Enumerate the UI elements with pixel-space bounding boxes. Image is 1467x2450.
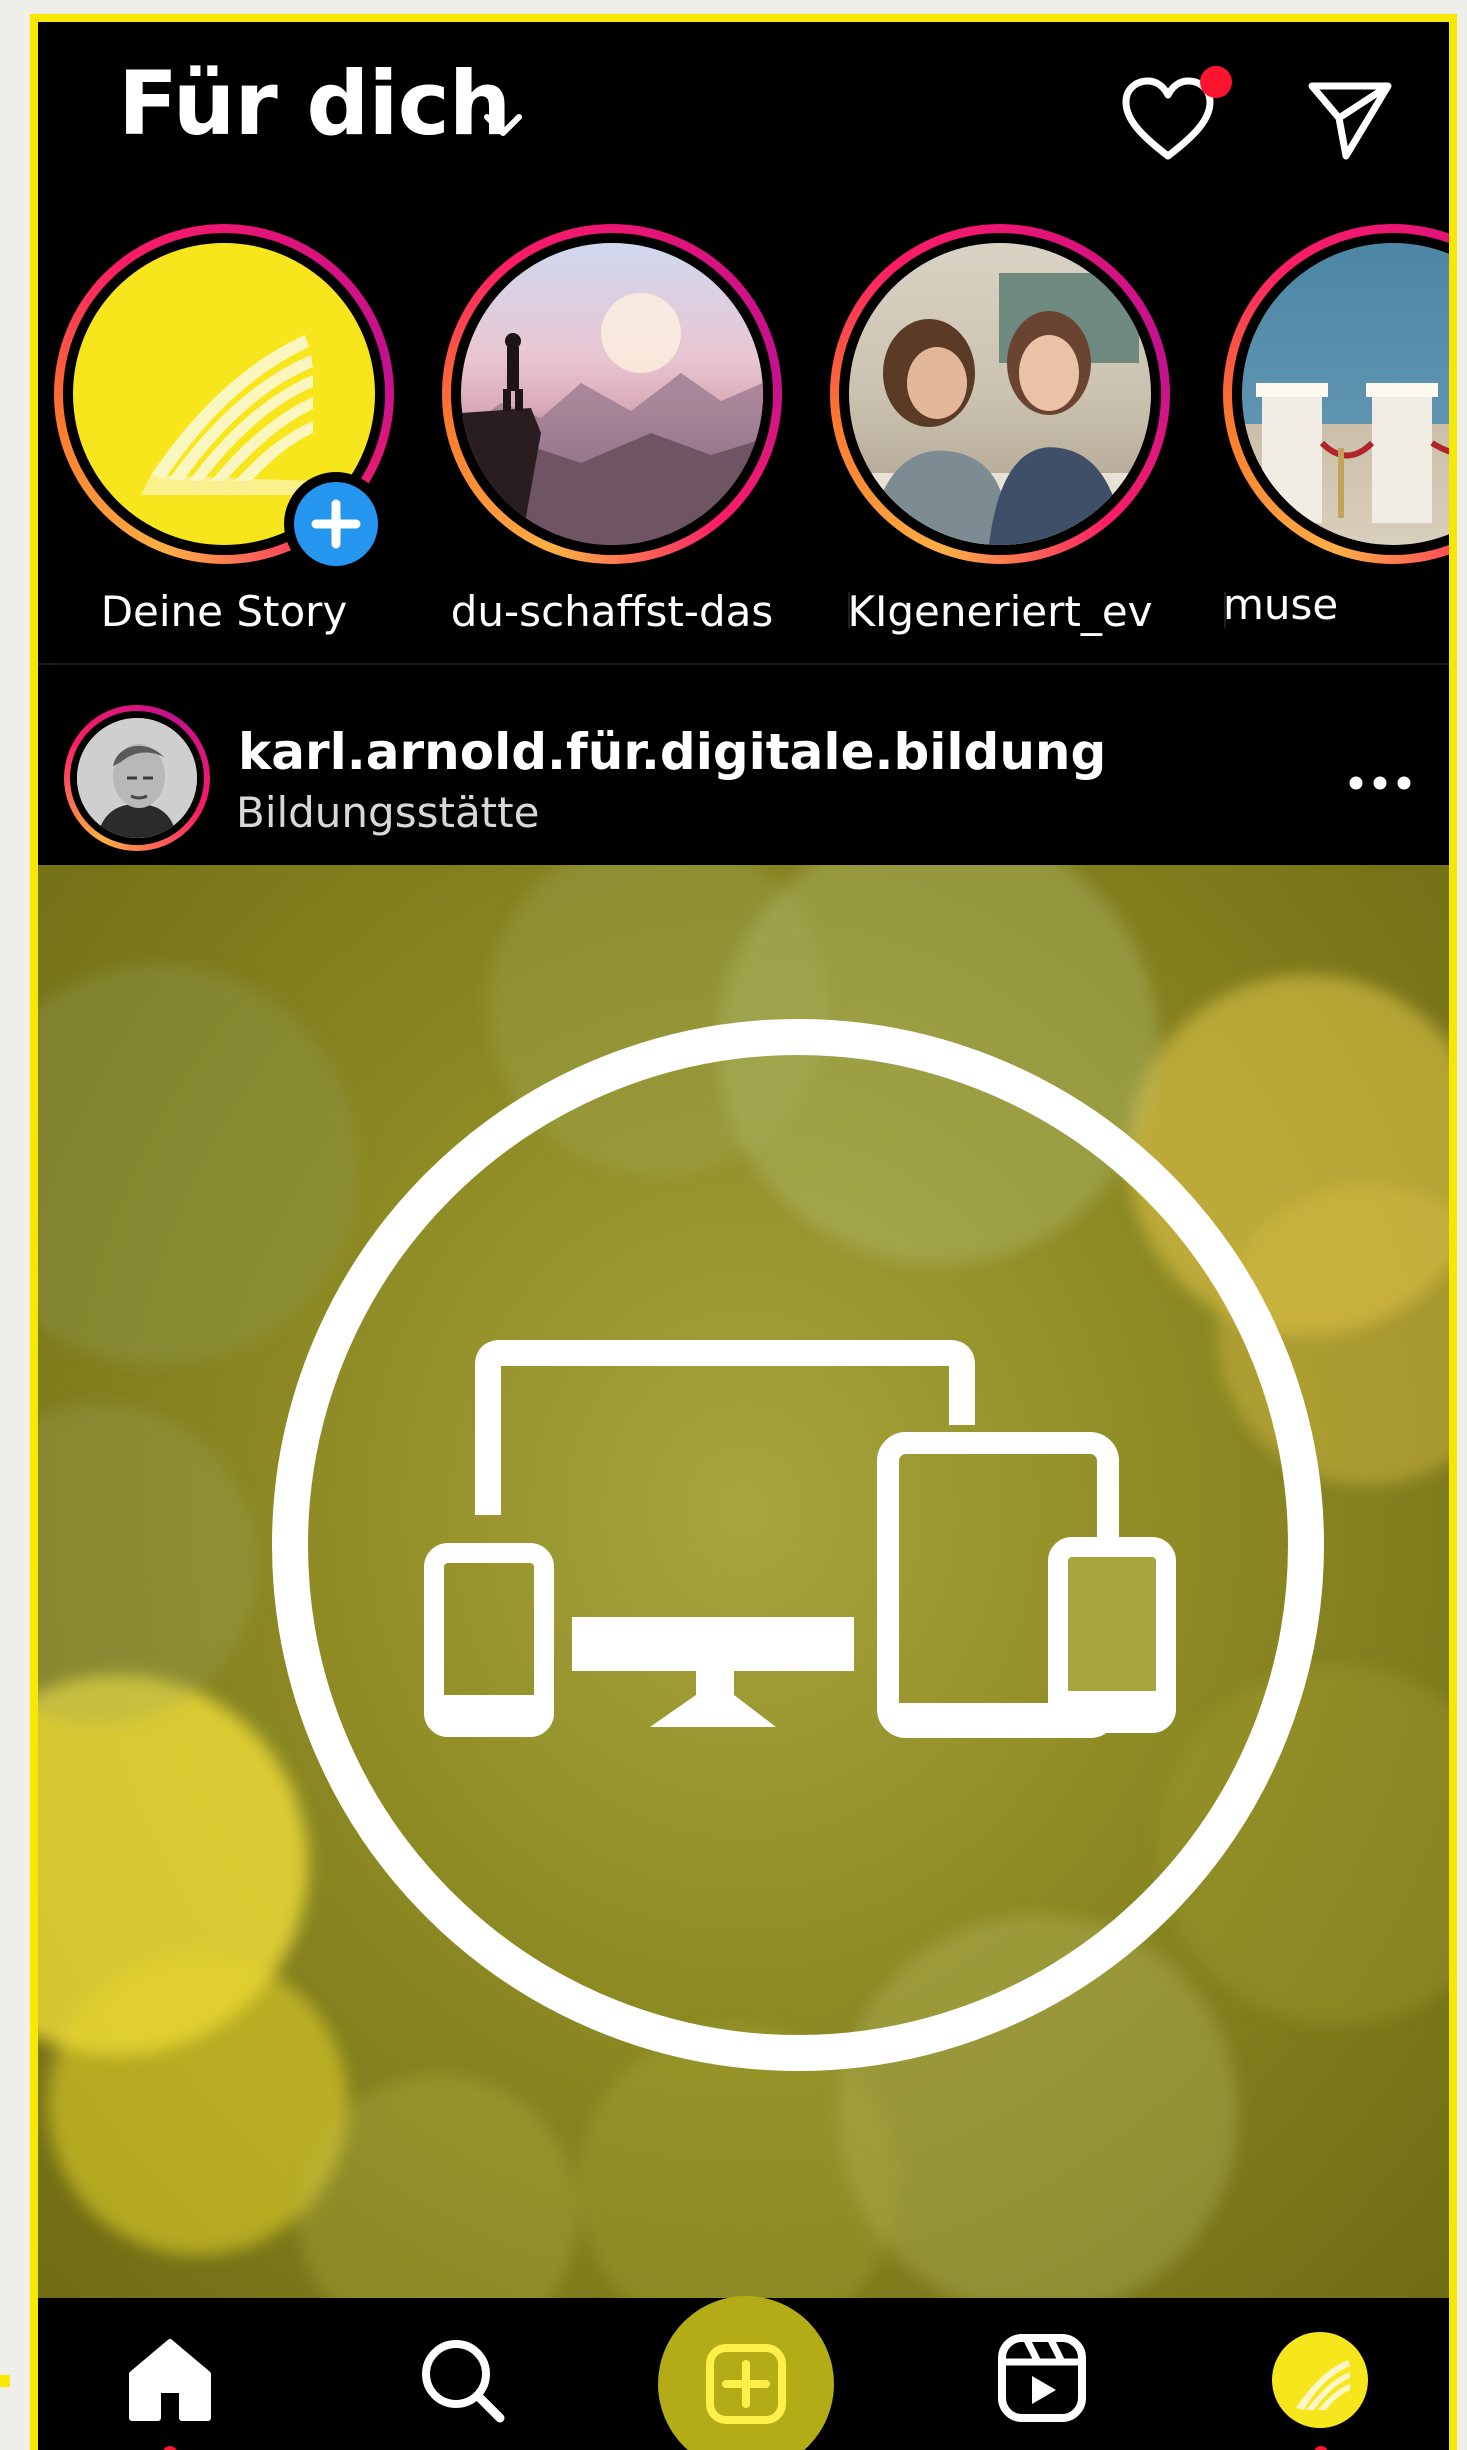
frame-edge-mark [0,2375,10,2387]
post-author-avatar [77,718,197,838]
profile-notification-dot [1314,2446,1328,2450]
post-header: karl.arnold.für.digitale.bildung Bildung… [38,665,1449,865]
create-icon [706,2344,786,2424]
send-icon[interactable] [1306,78,1394,162]
home-icon[interactable] [124,2334,216,2422]
chevron-down-icon[interactable] [483,112,523,138]
feed-selector-title[interactable]: Für dich [118,60,511,148]
home-notification-dot [163,2446,177,2450]
phone-screen: Für dich Deine Story du-schaffst-das KIg… [30,14,1457,2450]
more-options-icon[interactable] [1348,775,1412,791]
notification-dot [1200,66,1232,98]
post-author-avatar-ring[interactable] [64,705,210,851]
story-ring [442,224,782,564]
story-label: muse [1223,580,1339,629]
devices-icon [272,1019,1324,2071]
search-icon[interactable] [416,2334,508,2426]
post-username[interactable]: karl.arnold.für.digitale.bildung [238,723,1106,781]
story-label: du-schaffst-das [450,587,774,636]
story-ring [830,224,1170,564]
profile-icon[interactable] [1272,2332,1368,2428]
story-avatar-mountain [461,243,763,545]
story-avatar-museum [1242,243,1449,545]
create-button[interactable] [658,2296,834,2450]
post-image[interactable] [38,865,1449,2298]
story-label: Deine Story [100,587,348,636]
add-story-icon[interactable] [284,472,388,576]
stories-row: Deine Story du-schaffst-das KIgeneriert_… [38,202,1449,662]
reels-icon[interactable] [996,2332,1088,2424]
story-avatar-classroom [849,243,1151,545]
top-bar: Für dich [38,22,1449,202]
bottom-nav [38,2296,1449,2450]
story-label: KIgeneriert_ev [847,587,1153,636]
story-ring [1223,224,1449,564]
post-location[interactable]: Bildungsstätte [236,788,539,837]
